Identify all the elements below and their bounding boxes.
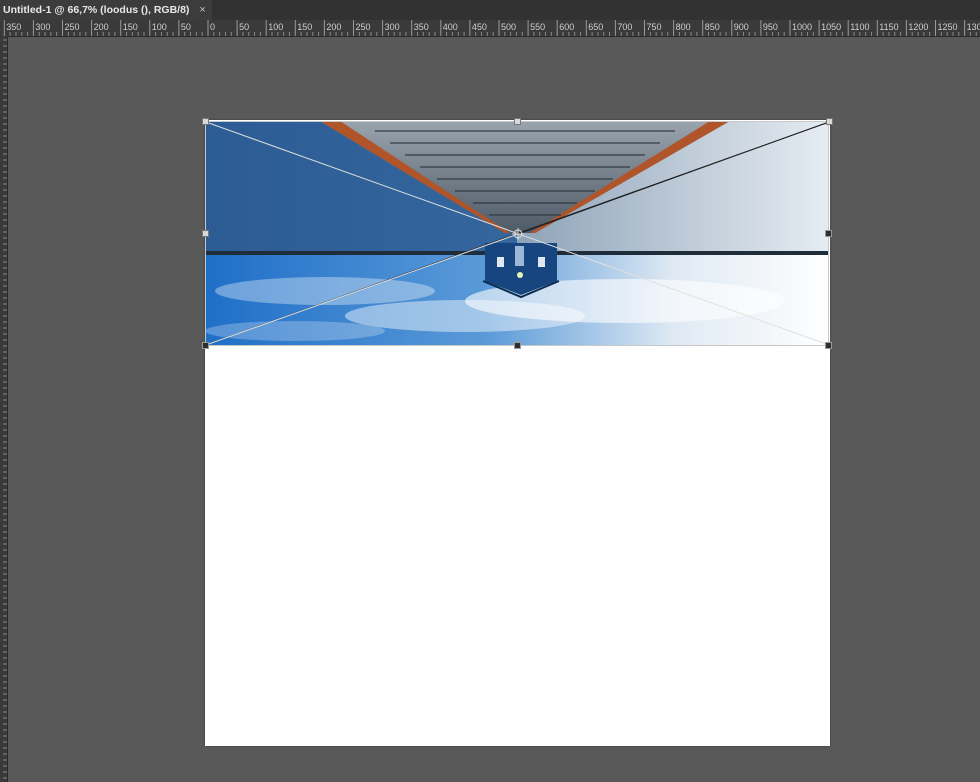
ruler-label: 300 [385,22,400,32]
reference-point-icon[interactable] [512,228,524,240]
ruler-label: 450 [472,22,487,32]
horizontal-ruler[interactable]: 350 300 250 200 150 100 50 0 50 100 150 200 250 300 35… [0,20,980,37]
ruler-label: 250 [356,22,371,32]
transform-handle-icon[interactable] [825,342,832,349]
ruler-label: 350 [6,22,21,32]
ruler-label: 100 [268,22,283,32]
ruler-label: 550 [530,22,545,32]
ruler-label: 100 [152,22,167,32]
ruler-label: 800 [676,22,691,32]
horizontal-ruler-ticks: 350 300 250 200 150 100 50 0 50 100 150 200 250 300 35… [3,20,980,36]
ruler-label: 1000 [792,22,812,32]
ruler-label: 400 [443,22,458,32]
ruler-label: 650 [588,22,603,32]
ruler-label: 200 [326,22,341,32]
transform-handle-icon[interactable] [514,118,521,125]
transform-handle-icon[interactable] [825,230,832,237]
ruler-label: 1150 [879,22,898,32]
ruler-label: 1050 [821,22,841,32]
ruler-label: 0 [210,22,215,32]
vertical-ruler[interactable] [0,36,8,782]
ruler-label: 600 [559,22,574,32]
ruler-label: 150 [123,22,138,32]
ruler-label: 900 [734,22,749,32]
ruler-label: 250 [65,22,80,32]
ruler-label: 50 [181,22,191,32]
vertical-ruler-ticks [3,39,7,779]
ruler-label: 1200 [908,22,928,32]
ruler-label: 750 [647,22,662,32]
ruler-label: 950 [763,22,778,32]
document-tab-title: Untitled-1 @ 66,7% (loodus (), RGB/8) [3,4,190,16]
ruler-label: 1300 [967,22,980,32]
ruler-label: 150 [297,22,312,32]
ruler-label: 700 [617,22,632,32]
ruler-label: 350 [414,22,429,32]
transform-handle-icon[interactable] [826,118,833,125]
document-tab-bar: Untitled-1 @ 66,7% (loodus (), RGB/8) × [0,0,980,20]
ruler-label: 1250 [938,22,958,32]
transform-handle-icon[interactable] [202,118,209,125]
document-tab[interactable]: Untitled-1 @ 66,7% (loodus (), RGB/8) × [0,0,212,20]
close-icon[interactable]: × [199,4,205,16]
ruler-label: 300 [35,22,50,32]
transform-handle-icon[interactable] [202,342,209,349]
ruler-label: 850 [705,22,720,32]
ruler-label: 50 [239,22,249,32]
ruler-label: 200 [94,22,109,32]
transform-handle-icon[interactable] [514,342,521,349]
transform-handle-icon[interactable] [202,230,209,237]
ruler-label: 500 [501,22,516,32]
ruler-label: 1100 [850,22,869,32]
